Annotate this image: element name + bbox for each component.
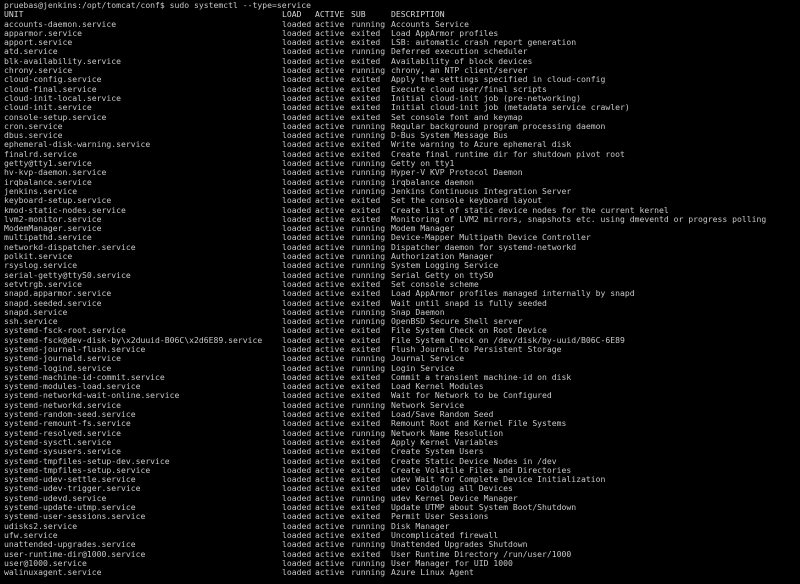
table-row: walinuxagent.service loaded active running A… bbox=[4, 567, 800, 578]
service-list: accounts-daemon.service loaded active runni… bbox=[4, 19, 800, 578]
terminal-window[interactable]: pruebas@jenkins:/opt/tomcat/conf$ sudo s… bbox=[0, 0, 800, 584]
cell-active-state: active bbox=[315, 567, 345, 578]
cell-load-state: loaded bbox=[282, 567, 312, 578]
cell-sub-state: running bbox=[351, 567, 386, 578]
cell-unit-name: walinuxagent.service bbox=[4, 567, 102, 578]
cell-description: Azure Linux Agent bbox=[391, 567, 474, 578]
